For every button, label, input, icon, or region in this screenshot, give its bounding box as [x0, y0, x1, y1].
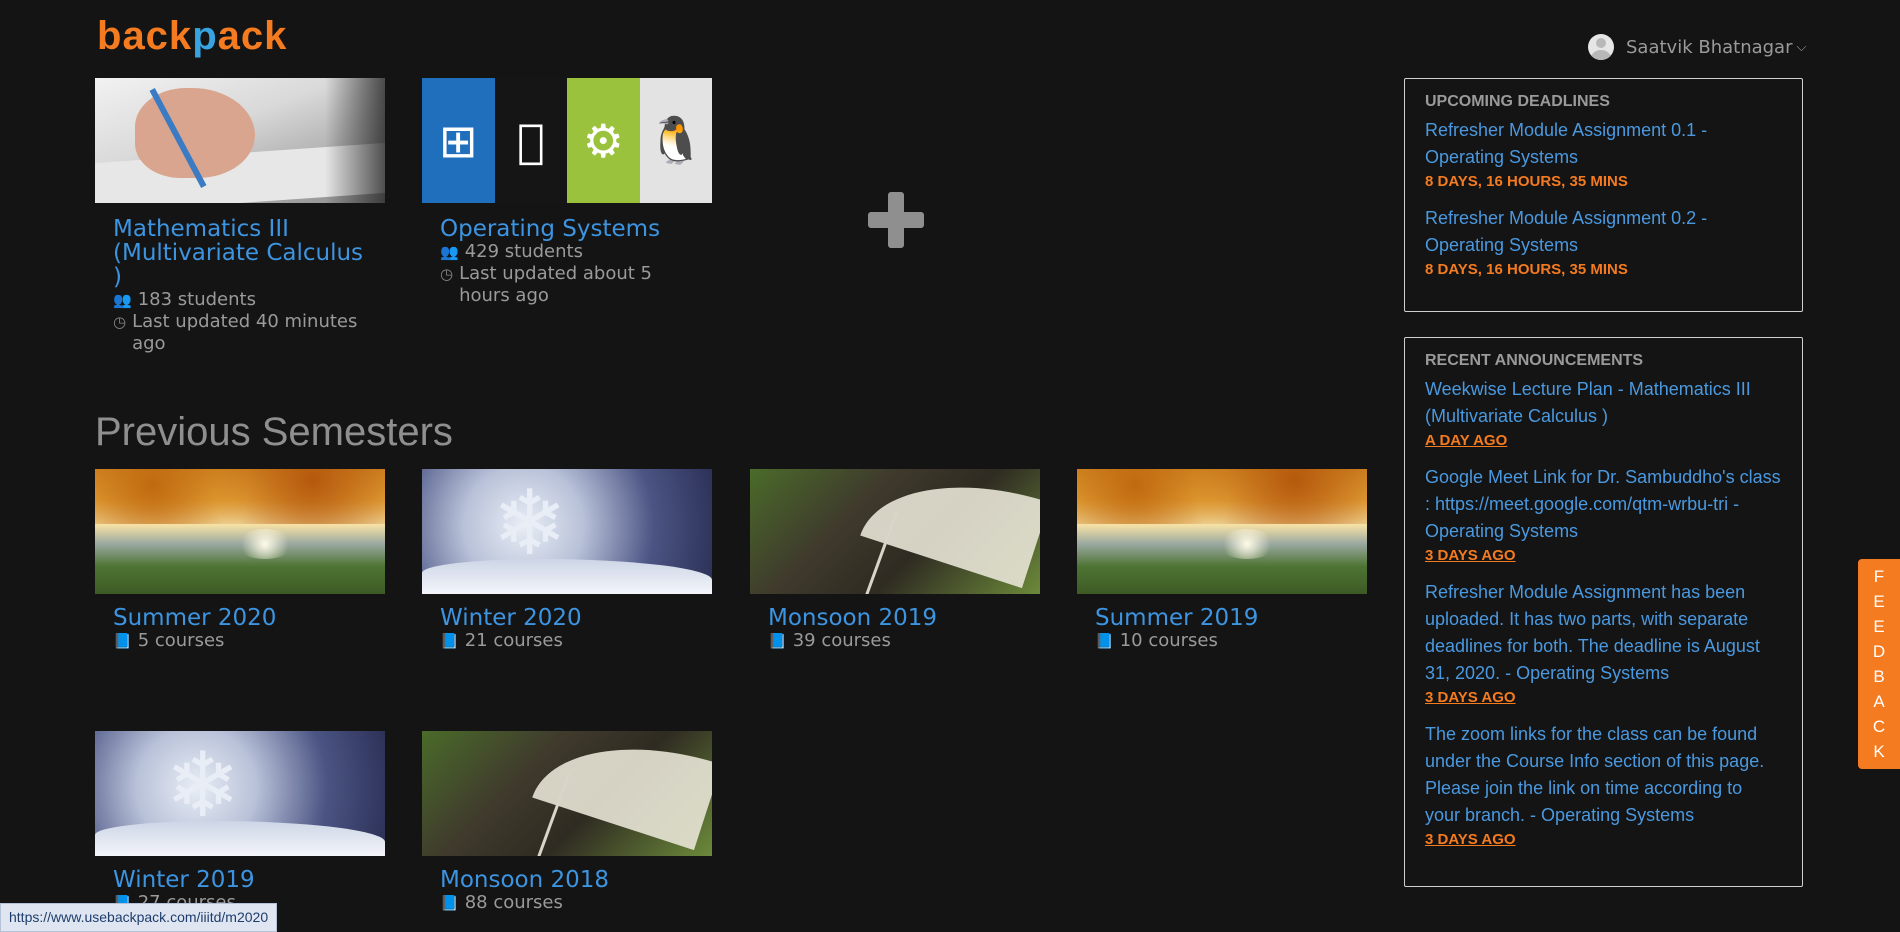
book-icon: 📘: [768, 632, 787, 650]
add-course-button[interactable]: [868, 192, 924, 248]
semester-image[interactable]: ❄: [422, 469, 712, 594]
semester-image[interactable]: [750, 469, 1040, 594]
semester-title[interactable]: Monsoon 2019: [768, 606, 1022, 630]
course-card-os[interactable]: ⊞  ⚙ 🐧 Operating Systems 👥429 students …: [422, 78, 712, 307]
announcement-time[interactable]: 3 DAYS AGO: [1425, 829, 1782, 851]
course-count: 📘 21 courses: [440, 630, 563, 651]
chevron-down-icon: ⌵: [1796, 39, 1807, 55]
book-icon: 📘: [440, 894, 459, 912]
announcement-time[interactable]: 3 DAYS AGO: [1425, 687, 1782, 709]
avatar: [1588, 34, 1614, 60]
semester-card[interactable]: Monsoon 2019 📘 39 courses: [750, 469, 1040, 652]
book-icon: 📘: [440, 632, 459, 650]
deadline-countdown: 8 DAYS, 16 HOURS, 35 MINS: [1425, 173, 1628, 190]
semester-card[interactable]: ❄ Winter 2019 📘27 courses: [95, 731, 385, 914]
users-icon: 👥: [113, 291, 132, 309]
users-icon: 👥: [440, 243, 459, 261]
section-title: Previous Semesters: [95, 410, 453, 454]
course-count: 📘 39 courses: [768, 630, 891, 651]
clock-icon: ◷: [113, 313, 127, 331]
semester-title[interactable]: Summer 2019: [1095, 606, 1349, 630]
semester-title[interactable]: Monsoon 2018: [440, 868, 694, 892]
course-count: 📘 5 courses: [113, 630, 225, 651]
user-menu[interactable]: Saatvik Bhatnagar ⌵: [1588, 32, 1806, 62]
book-icon: 📘: [113, 632, 132, 650]
announcement-link[interactable]: Google Meet Link for Dr. Sambuddho's cla…: [1425, 464, 1782, 545]
students-count: 👥 429 students: [440, 241, 583, 262]
course-image[interactable]: ⊞  ⚙ 🐧: [422, 78, 712, 203]
user-name: Saatvik Bhatnagar: [1626, 36, 1793, 58]
announcement-link[interactable]: Refresher Module Assignment has been upl…: [1425, 579, 1782, 687]
semester-title[interactable]: Winter 2020: [440, 606, 694, 630]
apple-icon: : [494, 78, 567, 203]
course-title[interactable]: Operating Systems: [440, 217, 694, 241]
deadline-link[interactable]: Refresher Module Assignment 0.1 - Operat…: [1425, 117, 1782, 171]
android-icon: ⚙: [567, 78, 640, 203]
deadline-countdown: 8 DAYS, 16 HOURS, 35 MINS: [1425, 261, 1628, 278]
semester-card[interactable]: Summer 2019 📘 10 courses: [1077, 469, 1367, 652]
announcement-time[interactable]: A DAY AGO: [1425, 430, 1782, 452]
semester-image[interactable]: ❄: [95, 731, 385, 856]
book-icon: 📘: [1095, 632, 1114, 650]
announcement-time[interactable]: 3 DAYS AGO: [1425, 545, 1782, 567]
deadline-link[interactable]: Refresher Module Assignment 0.2 - Operat…: [1425, 205, 1782, 259]
feedback-tab[interactable]: F E E D B A C K: [1858, 559, 1900, 769]
course-title[interactable]: Mathematics III (Multivariate Calculus ): [113, 217, 367, 289]
course-card-math[interactable]: Mathematics III (Multivariate Calculus )…: [95, 78, 385, 355]
course-count: 📘 88 courses: [440, 892, 563, 913]
course-count: 📘 10 courses: [1095, 630, 1218, 651]
semester-image[interactable]: [422, 731, 712, 856]
upcoming-deadlines-panel: UPCOMING DEADLINES Refresher Module Assi…: [1404, 78, 1803, 312]
backpack-logo[interactable]: backpack: [97, 14, 287, 66]
students-count: 👥 183 students: [113, 289, 256, 310]
semester-image[interactable]: [95, 469, 385, 594]
semester-image[interactable]: [1077, 469, 1367, 594]
semester-title[interactable]: Summer 2020: [113, 606, 367, 630]
clock-icon: ◷: [440, 265, 454, 283]
semester-card[interactable]: Summer 2020 📘 5 courses: [95, 469, 385, 652]
semester-card[interactable]: Monsoon 2018 📘 88 courses: [422, 731, 712, 914]
announcement-link[interactable]: The zoom links for the class can be foun…: [1425, 721, 1782, 829]
status-bar-url: https://www.usebackpack.com/iiitd/m2020: [0, 903, 278, 932]
linux-icon: 🐧: [639, 78, 712, 203]
course-image[interactable]: [95, 78, 385, 203]
announcement-link[interactable]: Weekwise Lecture Plan - Mathematics III …: [1425, 376, 1782, 430]
recent-announcements-panel: RECENT ANNOUNCEMENTS Weekwise Lecture Pl…: [1404, 337, 1803, 887]
last-updated: ◷ Last updated about 5 hours ago: [440, 263, 652, 306]
semester-card[interactable]: ❄ Winter 2020 📘 21 courses: [422, 469, 712, 652]
windows-icon: ⊞: [422, 78, 495, 203]
semester-title[interactable]: Winter 2019: [113, 868, 367, 892]
panel-heading: RECENT ANNOUNCEMENTS: [1425, 352, 1644, 369]
panel-heading: UPCOMING DEADLINES: [1425, 93, 1610, 110]
last-updated: ◷ Last updated 40 minutes ago: [113, 311, 358, 354]
